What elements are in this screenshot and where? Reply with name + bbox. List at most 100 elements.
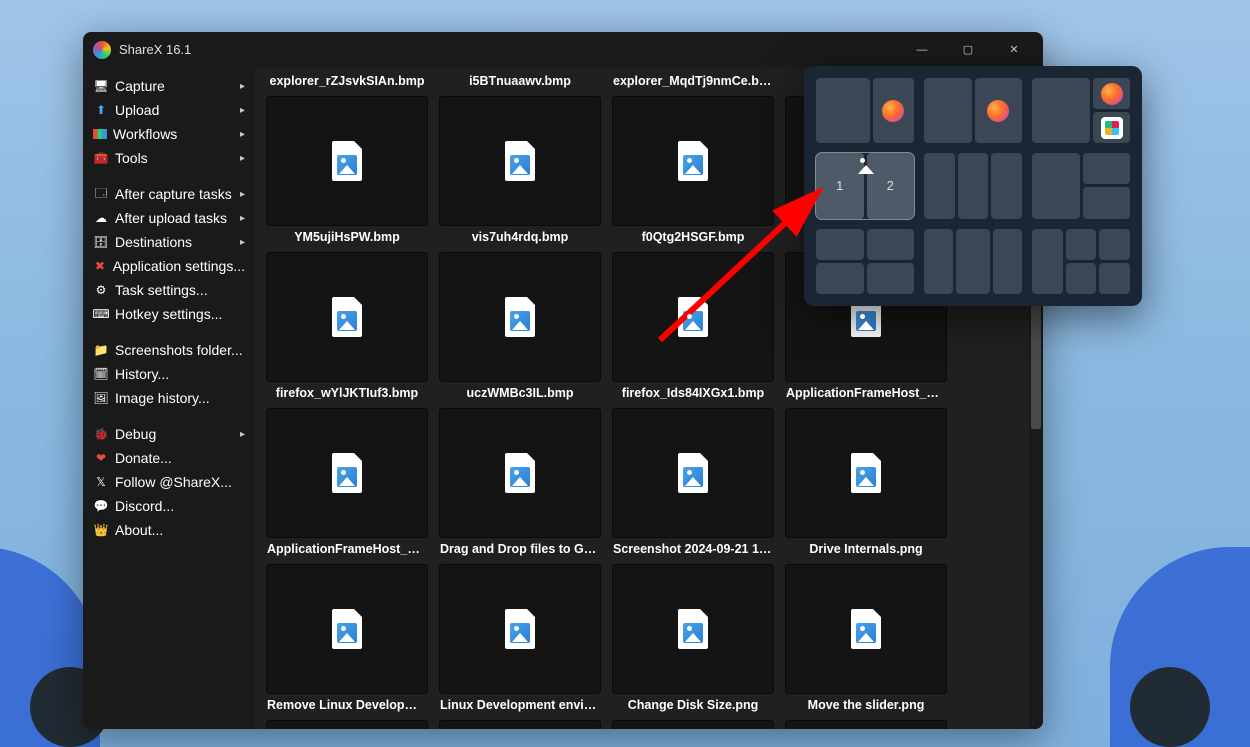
file-item[interactable]: vis7uh4rdq.bmp bbox=[436, 228, 604, 384]
snap-layout-option[interactable] bbox=[924, 229, 1022, 294]
file-thumbnail bbox=[439, 564, 601, 694]
sidebar-item-donate[interactable]: ❤Donate... bbox=[83, 446, 255, 470]
file-thumbnail bbox=[439, 408, 601, 538]
file-item[interactable]: explorer_MqdTj9nmCe.bmp bbox=[609, 72, 777, 228]
file-name: firefox_wYlJKTIuf3.bmp bbox=[267, 384, 427, 404]
sidebar-item-capture[interactable]: 🖥Capture▸ bbox=[83, 74, 255, 98]
file-item[interactable]: Screenshot 2024-09-21 12... bbox=[609, 540, 777, 696]
sidebar-item-application-settings[interactable]: ✖Application settings... bbox=[83, 254, 255, 278]
submenu-arrow-icon: ▸ bbox=[240, 81, 245, 92]
sidebar-item-tools[interactable]: 🧰Tools▸ bbox=[83, 146, 255, 170]
submenu-arrow-icon: ▸ bbox=[240, 189, 245, 200]
sidebar-item-upload[interactable]: ⬆ Upload ▸ bbox=[83, 98, 255, 122]
snap-layout-option[interactable] bbox=[816, 78, 914, 143]
submenu-arrow-icon: ▸ bbox=[240, 213, 245, 224]
file-item[interactable]: explorer_rZJsvkSIAn.bmp bbox=[263, 72, 431, 228]
submenu-arrow-icon: ▸ bbox=[240, 105, 245, 116]
image-file-icon bbox=[678, 141, 708, 181]
sidebar-item-icon: 🐞 bbox=[93, 426, 109, 442]
file-name: i5BTnuaawv.bmp bbox=[440, 72, 600, 92]
file-item[interactable]: Drive Internals.png bbox=[782, 540, 950, 696]
sidebar-item-icon: 𝕏 bbox=[93, 474, 109, 490]
titlebar[interactable]: ShareX 16.1 — ▢ ✕ bbox=[83, 32, 1043, 67]
sidebar-item-destinations[interactable]: 🗄Destinations▸ bbox=[83, 230, 255, 254]
sidebar-item-after-upload-tasks[interactable]: ☁After upload tasks▸ bbox=[83, 206, 255, 230]
sidebar-item-label: Upload bbox=[115, 102, 159, 118]
file-item[interactable]: f0Qtg2HSGF.bmp bbox=[609, 228, 777, 384]
snap-zone-2[interactable]: 2 bbox=[867, 153, 915, 218]
file-item[interactable]: ApplicationFrameHost_Gc... bbox=[782, 384, 950, 540]
file-name: explorer_MqdTj9nmCe.bmp bbox=[613, 72, 773, 92]
sidebar-item-icon: 🖥 bbox=[93, 78, 109, 94]
file-thumbnail bbox=[266, 720, 428, 729]
sidebar-item-label: Follow @ShareX... bbox=[115, 474, 232, 490]
file-item[interactable]: YM5ujiHsPW.bmp bbox=[263, 228, 431, 384]
sidebar-item-about[interactable]: 👑About... bbox=[83, 518, 255, 542]
sidebar-item-icon: ✖ bbox=[93, 258, 107, 274]
image-file-icon bbox=[678, 609, 708, 649]
image-file-icon bbox=[505, 141, 535, 181]
file-name: Drive Internals.png bbox=[786, 540, 946, 560]
sidebar-item-after-capture-tasks[interactable]: 🗔 After capture tasks ▸ bbox=[83, 182, 255, 206]
file-item[interactable]: firefox_Ids84IXGx1.bmp bbox=[609, 384, 777, 540]
file-item[interactable]: uczWMBc3IL.bmp bbox=[436, 384, 604, 540]
file-name: ApplicationFrameHost_Gc... bbox=[786, 384, 946, 404]
file-item[interactable]: i5BTnuaawv.bmp bbox=[436, 72, 604, 228]
file-item[interactable]: ApplicationFrameHost_Kd... bbox=[263, 540, 431, 696]
sidebar-item-screenshots-folder[interactable]: 📁Screenshots folder... bbox=[83, 338, 255, 362]
sidebar-item-icon bbox=[93, 129, 107, 139]
file-item[interactable]: Move the slider.png bbox=[782, 696, 950, 729]
sidebar-item-icon: ⌨ bbox=[93, 306, 109, 322]
sidebar-item-icon: 🗔 bbox=[93, 186, 109, 202]
sidebar-item-label: Task settings... bbox=[115, 282, 208, 298]
submenu-arrow-icon: ▸ bbox=[240, 129, 245, 140]
sidebar-item-history[interactable]: 🗓History... bbox=[83, 362, 255, 386]
file-thumbnail bbox=[785, 408, 947, 538]
image-file-icon bbox=[332, 141, 362, 181]
file-item[interactable]: Remove Linux Developme... bbox=[263, 696, 431, 729]
snap-layout-option-highlighted[interactable]: 1 2 bbox=[816, 153, 914, 218]
image-file-icon bbox=[678, 297, 708, 337]
sharex-logo-icon bbox=[93, 41, 111, 59]
sidebar-item-image-history[interactable]: 🖼Image history... bbox=[83, 386, 255, 410]
submenu-arrow-icon: ▸ bbox=[240, 237, 245, 248]
file-item[interactable]: Drag and Drop files to Goo... bbox=[436, 540, 604, 696]
sidebar-item-label: Tools bbox=[115, 150, 148, 166]
sidebar-item-task-settings[interactable]: ⚙ Task settings... bbox=[83, 278, 255, 302]
image-file-icon bbox=[505, 609, 535, 649]
window-maximize-button[interactable]: ▢ bbox=[945, 32, 991, 67]
image-file-icon bbox=[851, 453, 881, 493]
image-file-icon bbox=[851, 609, 881, 649]
snap-layouts-popup: 1 2 bbox=[804, 66, 1142, 306]
snap-layout-option[interactable] bbox=[924, 153, 1022, 218]
snap-layout-option[interactable] bbox=[816, 229, 914, 294]
file-thumbnail bbox=[439, 96, 601, 226]
snap-layout-option[interactable] bbox=[1032, 229, 1130, 294]
sidebar-item-debug[interactable]: 🐞Debug▸ bbox=[83, 422, 255, 446]
sidebar-item-discord[interactable]: 💬Discord... bbox=[83, 494, 255, 518]
snap-layout-option[interactable] bbox=[1032, 78, 1130, 143]
sidebar-item-icon: ⚙ bbox=[93, 282, 109, 298]
sidebar-item-hotkey-settings[interactable]: ⌨Hotkey settings... bbox=[83, 302, 255, 326]
window-minimize-button[interactable]: — bbox=[899, 32, 945, 67]
file-item[interactable]: Linux Development enviro... bbox=[436, 696, 604, 729]
file-thumbnail bbox=[612, 96, 774, 226]
snap-layout-option[interactable] bbox=[924, 78, 1022, 143]
firefox-icon bbox=[1101, 83, 1123, 105]
sidebar-item-label: After upload tasks bbox=[115, 210, 227, 226]
sidebar-item-icon: ⬆ bbox=[93, 102, 109, 118]
window-close-button[interactable]: ✕ bbox=[991, 32, 1037, 67]
sidebar-item-follow-sharex[interactable]: 𝕏 Follow @ShareX... bbox=[83, 470, 255, 494]
sidebar-item-workflows[interactable]: Workflows▸ bbox=[83, 122, 255, 146]
snap-layout-option[interactable] bbox=[1032, 153, 1130, 218]
file-thumbnail bbox=[266, 408, 428, 538]
image-file-icon bbox=[505, 297, 535, 337]
snap-zone-1[interactable]: 1 bbox=[816, 153, 864, 218]
file-item[interactable]: firefox_wYlJKTIuf3.bmp bbox=[263, 384, 431, 540]
window-title: ShareX 16.1 bbox=[119, 42, 191, 57]
file-thumbnail bbox=[612, 564, 774, 694]
sidebar-item-label: Destinations bbox=[115, 234, 192, 250]
file-item[interactable]: Change Disk Size.png bbox=[609, 696, 777, 729]
sidebar-item-label: After capture tasks bbox=[115, 186, 232, 202]
sidebar-item-label: Discord... bbox=[115, 498, 174, 514]
